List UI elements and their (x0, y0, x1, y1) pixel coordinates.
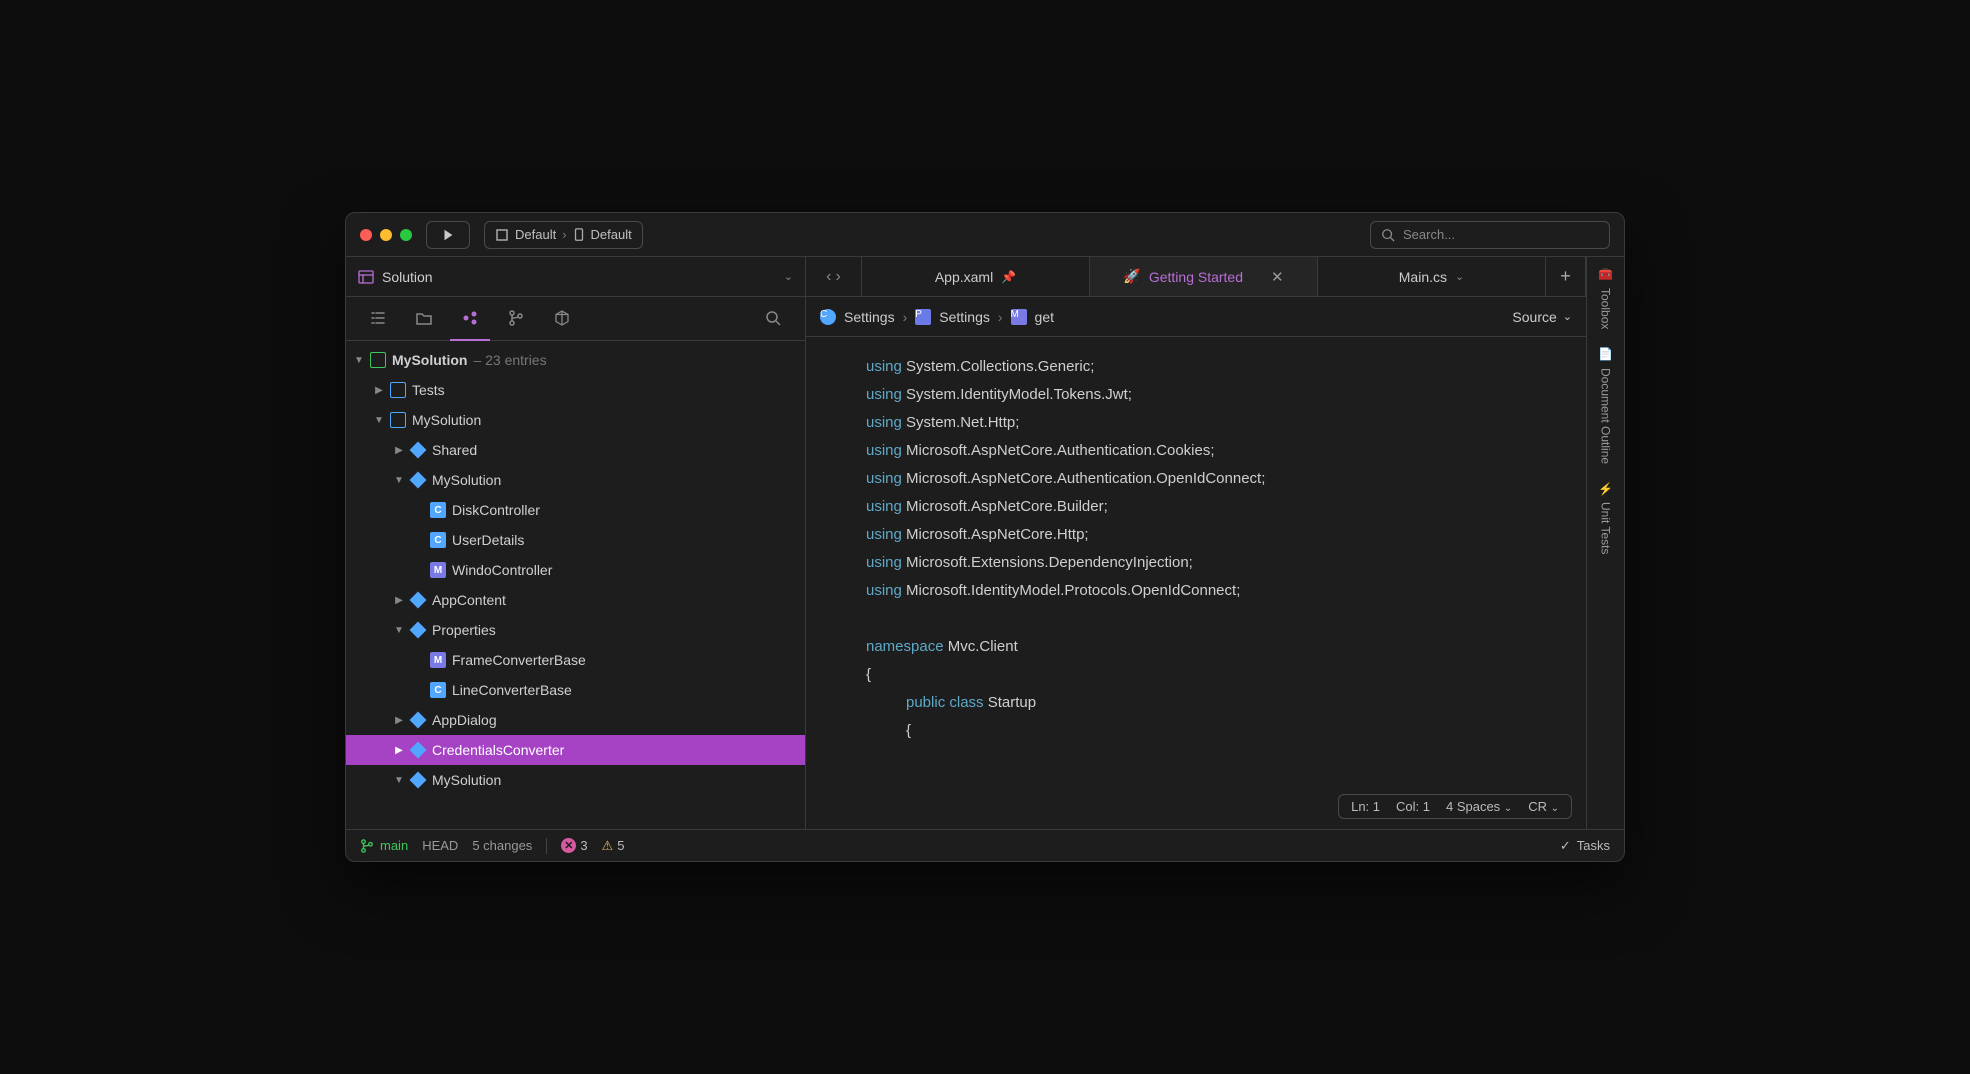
forward-icon: › (836, 268, 841, 286)
view-folder-tab[interactable] (404, 297, 444, 341)
solution-panel-icon (358, 269, 374, 285)
git-branch[interactable]: main (360, 838, 408, 853)
tree-item-mysolution[interactable]: ▼ MySolution (346, 405, 805, 435)
right-rail: 🧰Toolbox 📄Document Outline ⚡Unit Tests (1586, 257, 1624, 829)
breadcrumb-c[interactable]: get (1035, 309, 1054, 325)
solution-tree: ▼ MySolution – 23 entries▶ Tests▼ MySolu… (346, 341, 805, 829)
view-share-tab[interactable] (450, 297, 490, 341)
source-dropdown[interactable]: Source ⌄ (1512, 309, 1572, 325)
run-configuration-selector[interactable]: Default › Default (484, 221, 643, 249)
tasks-indicator[interactable]: ✓ Tasks (1560, 838, 1610, 854)
chevron-right-icon: › (998, 309, 1003, 325)
indent-selector[interactable]: 4 Spaces ⌄ (1446, 799, 1512, 814)
titlebar: Default › Default Search... (346, 213, 1624, 257)
run-button[interactable] (426, 221, 470, 249)
tree-item-tests[interactable]: ▶ Tests (346, 375, 805, 405)
source-label: Source (1512, 309, 1556, 325)
editor-tabs: ‹ › App.xaml 📌 🚀 Getting Started ✕ Main.… (806, 257, 1586, 297)
tree-item-windocontroller[interactable]: M WindoController (346, 555, 805, 585)
tree-item-frameconverterbase[interactable]: M FrameConverterBase (346, 645, 805, 675)
square-icon (495, 228, 509, 242)
tree-item-shared[interactable]: ▶ Shared (346, 435, 805, 465)
csharp-icon: C (820, 309, 836, 325)
config-target-label: Default (591, 227, 632, 242)
warning-icon: ⚠ (602, 838, 614, 854)
rocket-icon: 🚀 (1123, 268, 1140, 285)
git-changes[interactable]: 5 changes (472, 838, 532, 853)
new-tab-button[interactable]: + (1546, 257, 1586, 296)
tree-item-appdialog[interactable]: ▶ AppDialog (346, 705, 805, 735)
code-editor[interactable]: using System.Collections.Generic;using S… (806, 337, 1586, 829)
document-outline-panel[interactable]: 📄Document Outline (1599, 347, 1613, 464)
editor-area: ‹ › App.xaml 📌 🚀 Getting Started ✕ Main.… (806, 257, 1586, 829)
app-window: Default › Default Search... Solution ⌄ (345, 212, 1625, 862)
breadcrumb-bar: C Settings › P Settings › M get Source ⌄ (806, 297, 1586, 337)
tree-item-userdetails[interactable]: C UserDetails (346, 525, 805, 555)
editor-status-bar: Ln: 1 Col: 1 4 Spaces ⌄ CR ⌄ (1338, 794, 1572, 819)
breadcrumb-b[interactable]: Settings (939, 309, 990, 325)
sidebar-search-button[interactable] (753, 297, 793, 341)
errors-indicator[interactable]: ✕ 3 (561, 838, 587, 853)
tree-item-credentialsconverter[interactable]: ▶ CredentialsConverter (346, 735, 805, 765)
tree-item-mysolution[interactable]: ▼ MySolution (346, 765, 805, 795)
tab-label: Getting Started (1149, 269, 1243, 285)
sidebar-header: Solution ⌄ (346, 257, 805, 297)
sidebar-title: Solution (382, 269, 433, 285)
search-placeholder: Search... (1403, 227, 1455, 242)
breadcrumb-a[interactable]: Settings (844, 309, 895, 325)
cursor-col[interactable]: Col: 1 (1396, 799, 1430, 814)
chevron-right-icon: › (903, 309, 908, 325)
solution-sidebar: Solution ⌄ ▼ MySolution – 23 entries▶ Te… (346, 257, 806, 829)
tree-item-properties[interactable]: ▼ Properties (346, 615, 805, 645)
search-input[interactable]: Search... (1370, 221, 1610, 249)
close-window-button[interactable] (360, 229, 372, 241)
tab-getting-started[interactable]: 🚀 Getting Started ✕ (1090, 257, 1318, 296)
view-list-tab[interactable] (358, 297, 398, 341)
device-icon (573, 228, 585, 242)
search-icon (1381, 228, 1395, 242)
chevron-down-icon: ⌄ (1455, 270, 1464, 283)
tab-label: App.xaml (935, 269, 993, 285)
statusbar: main HEAD 5 changes ✕ 3 ⚠ 5 ✓ Tasks (346, 829, 1624, 861)
view-unity-tab[interactable] (542, 297, 582, 341)
unit-tests-panel[interactable]: ⚡Unit Tests (1599, 482, 1613, 555)
toolbox-panel[interactable]: 🧰Toolbox (1599, 267, 1613, 329)
tab-history-nav[interactable]: ‹ › (806, 257, 862, 296)
tab-label: Main.cs (1399, 269, 1447, 285)
sidebar-view-tabs (346, 297, 805, 341)
minimize-window-button[interactable] (380, 229, 392, 241)
chevron-right-icon: › (562, 227, 566, 242)
check-icon: ✓ (1560, 838, 1571, 854)
view-branch-tab[interactable] (496, 297, 536, 341)
chevron-down-icon: ⌄ (1563, 310, 1572, 323)
warnings-indicator[interactable]: ⚠ 5 (602, 838, 625, 854)
window-controls (360, 229, 412, 241)
error-icon: ✕ (561, 838, 576, 853)
line-ending-selector[interactable]: CR ⌄ (1528, 799, 1559, 814)
tab-main-cs[interactable]: Main.cs ⌄ (1318, 257, 1546, 296)
tree-item-lineconverterbase[interactable]: C LineConverterBase (346, 675, 805, 705)
maximize-window-button[interactable] (400, 229, 412, 241)
chevron-down-icon[interactable]: ⌄ (784, 270, 793, 283)
close-tab-button[interactable]: ✕ (1271, 268, 1284, 286)
pin-icon: 📌 (1001, 270, 1016, 284)
play-icon (441, 228, 455, 242)
tab-app-xaml[interactable]: App.xaml 📌 (862, 257, 1090, 296)
tree-item-mysolution[interactable]: ▼ MySolution (346, 465, 805, 495)
cursor-line[interactable]: Ln: 1 (1351, 799, 1380, 814)
property-icon: P (915, 309, 931, 325)
tree-item-diskcontroller[interactable]: C DiskController (346, 495, 805, 525)
branch-icon (360, 839, 374, 853)
git-head[interactable]: HEAD (422, 838, 458, 853)
tree-item-appcontent[interactable]: ▶ AppContent (346, 585, 805, 615)
tree-root[interactable]: ▼ MySolution – 23 entries (346, 345, 805, 375)
back-icon: ‹ (826, 268, 831, 286)
method-icon: M (1011, 309, 1027, 325)
main-area: Solution ⌄ ▼ MySolution – 23 entries▶ Te… (346, 257, 1624, 829)
config-scheme-label: Default (515, 227, 556, 242)
